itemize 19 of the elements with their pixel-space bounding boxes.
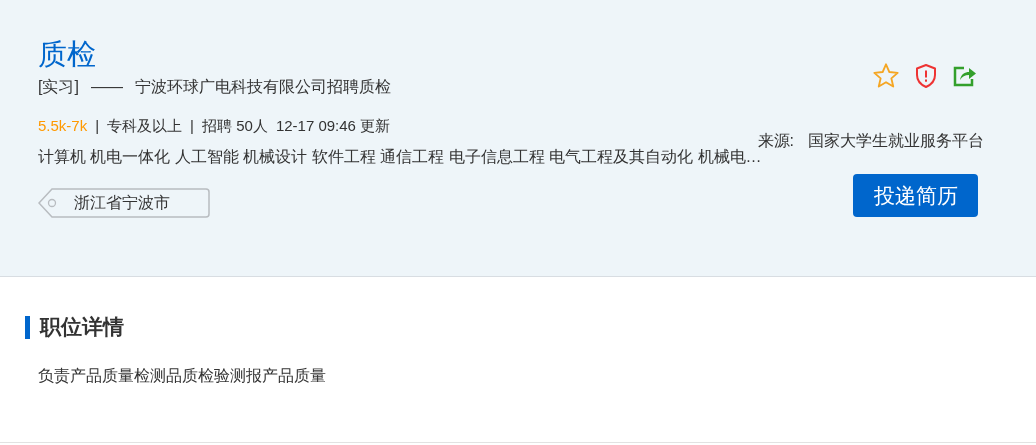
job-type: [实习] [38,77,79,97]
star-icon[interactable] [872,62,900,90]
section-heading: 职位详情 [40,314,124,340]
job-description: 负责产品质量检测品质检验测报产品质量 [38,366,327,386]
apply-button[interactable]: 投递简历 [853,174,978,217]
job-title: 质检 [38,37,97,72]
location-tag: 浙江省宁波市 [38,188,210,218]
dash-separator: —— [90,77,123,97]
separator-text: | [95,116,100,136]
company-line: 宁波环球广电科技有限公司招聘质检 [134,77,391,97]
heading-accent-bar [25,315,30,339]
headcount: 招聘 50人 [202,116,268,136]
shield-alert-icon[interactable] [914,63,938,89]
share-icon[interactable] [952,64,978,88]
update-time: 12-17 09:46 更新 [275,116,391,136]
source-name: 国家大学生就业服务平台 [808,131,984,151]
education-requirement: 专科及以上 [107,116,183,136]
separator-text: | [190,116,194,136]
salary-range: 5.5k-7k [38,116,88,136]
